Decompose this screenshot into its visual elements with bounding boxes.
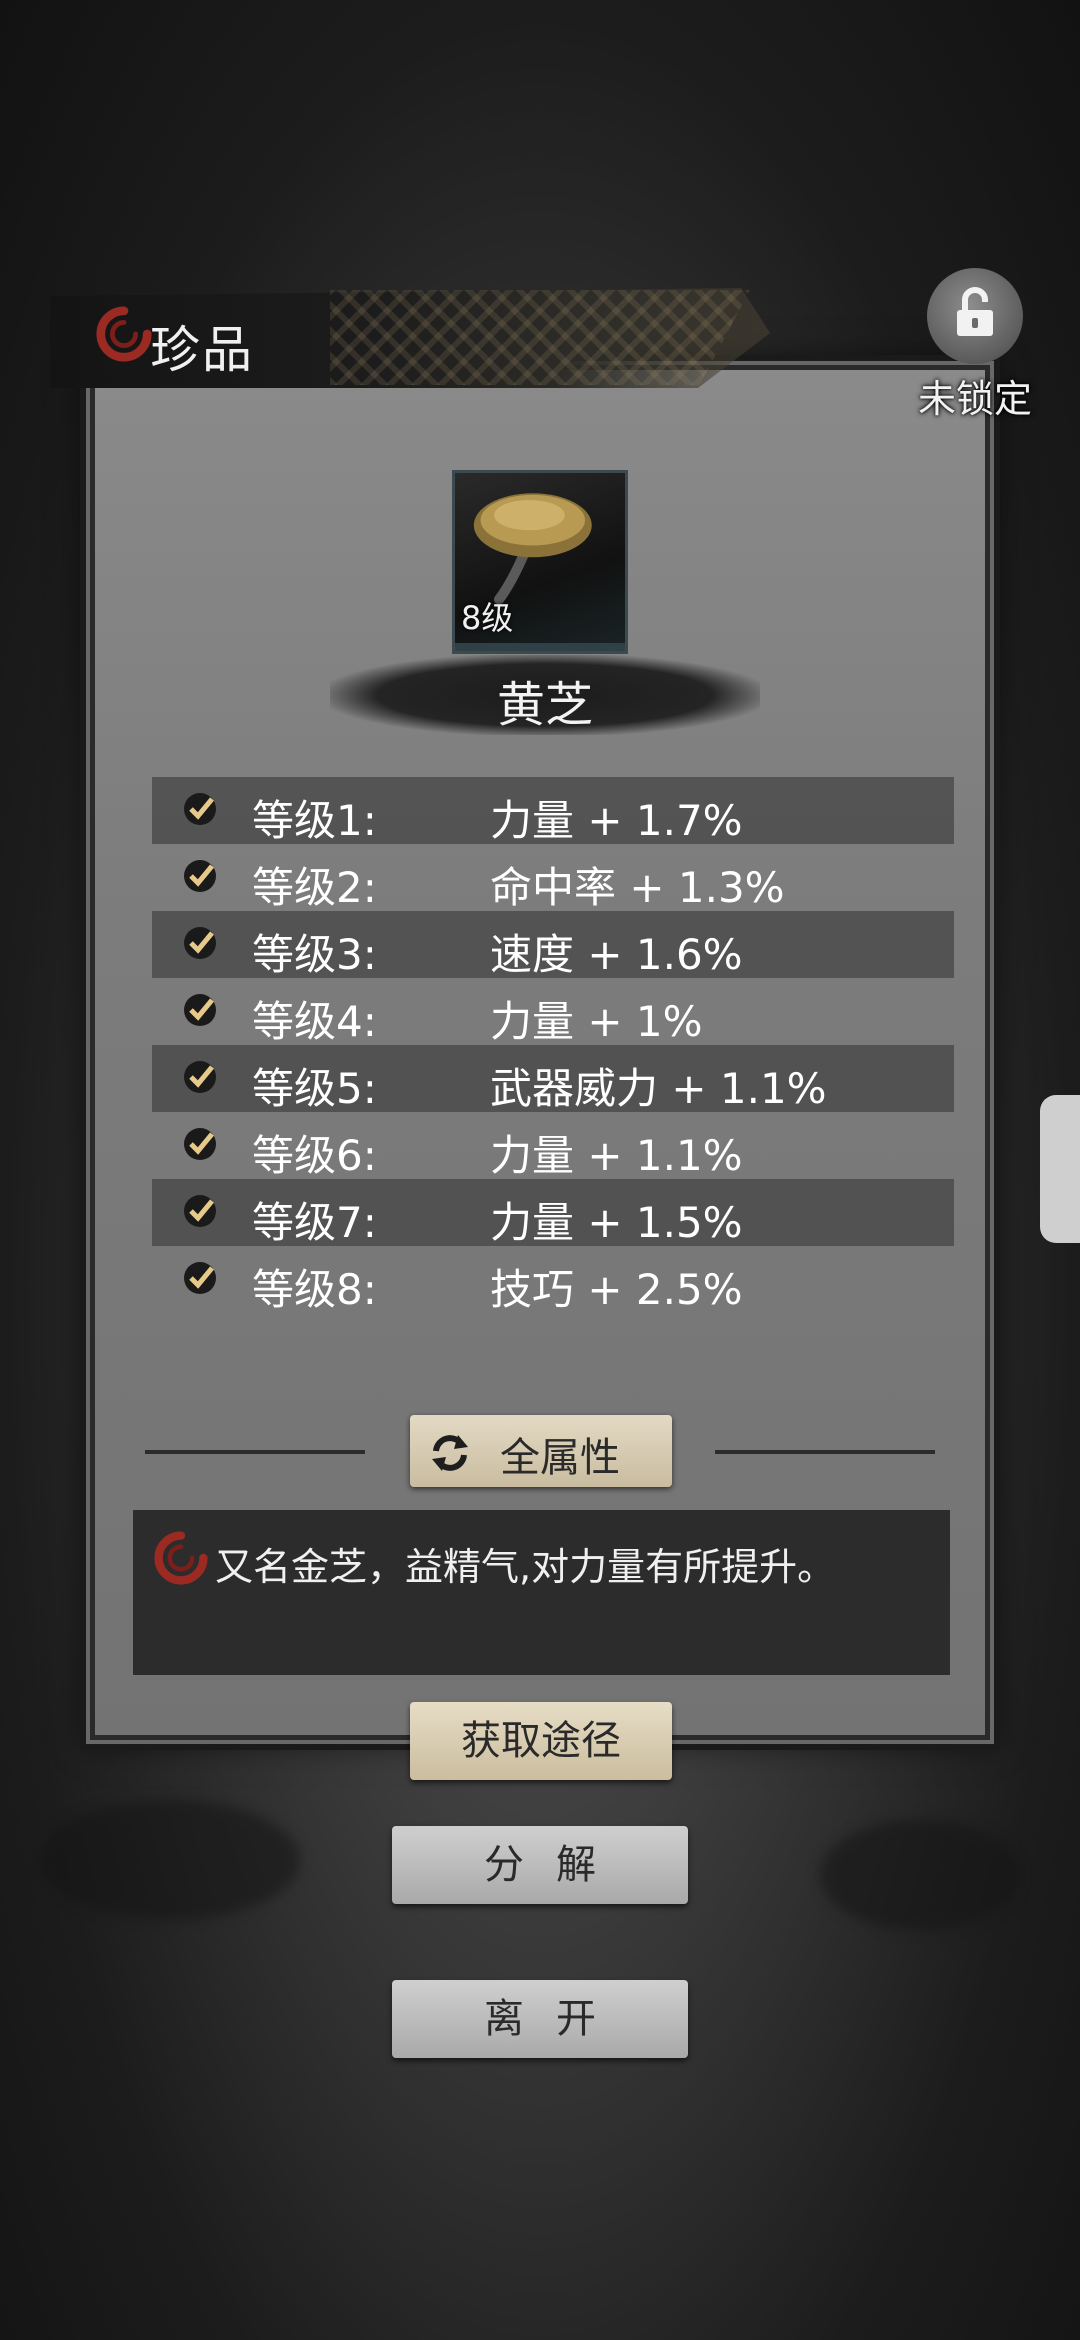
checkmark-icon: [184, 1128, 216, 1160]
lock-toggle-button[interactable]: 未锁定: [915, 268, 1035, 421]
side-drawer-handle[interactable]: [1040, 1095, 1080, 1243]
bonus-value: 技巧 + 2.5%: [490, 1265, 743, 1314]
swirl-emblem-icon: [154, 1531, 208, 1585]
level-label: 等级8:: [252, 1265, 377, 1314]
lock-status-label: 未锁定: [917, 377, 1032, 421]
unlocked-padlock-icon: [957, 287, 993, 336]
bonus-value: 力量 + 1%: [490, 997, 703, 1046]
list-item: 等级6: 力量 + 1.1%: [152, 1112, 954, 1180]
bonus-value: 武器威力 + 1.1%: [490, 1064, 827, 1113]
bonus-value: 速度 + 1.6%: [490, 930, 743, 979]
checkmark-icon: [184, 994, 216, 1026]
checkmark-icon: [184, 1195, 216, 1227]
swirl-emblem-icon: [96, 306, 152, 362]
level-label: 等级3:: [252, 930, 377, 979]
list-item: 等级7: 力量 + 1.5%: [152, 1179, 954, 1247]
all-attributes-button[interactable]: 全属性: [410, 1415, 672, 1487]
ink-splatter: [820, 1820, 1020, 1930]
level-label: 等级2:: [252, 863, 377, 912]
leave-button[interactable]: 离开: [392, 1980, 688, 2058]
page-title: 珍品: [150, 321, 254, 379]
list-item: 等级8: 技巧 + 2.5%: [152, 1246, 954, 1314]
level-label: 等级7:: [252, 1198, 377, 1247]
refresh-icon: [432, 1435, 468, 1471]
item-name: 黄芝: [496, 677, 593, 733]
divider-right: [715, 1450, 935, 1454]
obtain-method-button[interactable]: 获取途径: [410, 1702, 672, 1780]
level-label: 等级6:: [252, 1131, 377, 1180]
level-bonus-list: 等级1: 力量 + 1.7% 等级2: 命中率 + 1.3% 等级3: 速度 +…: [152, 777, 954, 1314]
list-item: 等级2: 命中率 + 1.3%: [152, 844, 954, 912]
checkmark-icon: [184, 927, 216, 959]
description-box: 又名金芝，益精气,对力量有所提升。: [133, 1510, 950, 1675]
list-item: 等级3: 速度 + 1.6%: [152, 911, 954, 979]
checkmark-icon: [184, 1262, 216, 1294]
header-lattice-pattern: [330, 290, 750, 385]
level-label: 等级4:: [252, 997, 377, 1046]
lock-badge: [927, 268, 1023, 364]
ink-splatter: [40, 1800, 300, 1920]
level-label: 等级5:: [252, 1064, 377, 1113]
divider-left: [145, 1450, 365, 1454]
list-item: 等级4: 力量 + 1%: [152, 978, 954, 1046]
bonus-value: 力量 + 1.5%: [490, 1198, 743, 1247]
checkmark-icon: [184, 860, 216, 892]
checkmark-icon: [184, 1061, 216, 1093]
bonus-value: 力量 + 1.1%: [490, 1131, 743, 1180]
list-item: 等级1: 力量 + 1.7%: [152, 777, 954, 845]
item-level-badge: 8级: [461, 599, 514, 637]
bonus-value: 命中率 + 1.3%: [490, 863, 785, 912]
level-label: 等级1:: [252, 796, 377, 845]
all-attributes-label: 全属性: [500, 1435, 620, 1481]
item-icon-frame[interactable]: 8级: [452, 470, 628, 654]
bonus-value: 力量 + 1.7%: [490, 796, 743, 845]
decompose-button[interactable]: 分解: [392, 1826, 688, 1904]
list-item: 等级5: 武器威力 + 1.1%: [152, 1045, 954, 1113]
checkmark-icon: [184, 793, 216, 825]
item-description: 又名金芝，益精气,对力量有所提升。: [215, 1545, 836, 1589]
